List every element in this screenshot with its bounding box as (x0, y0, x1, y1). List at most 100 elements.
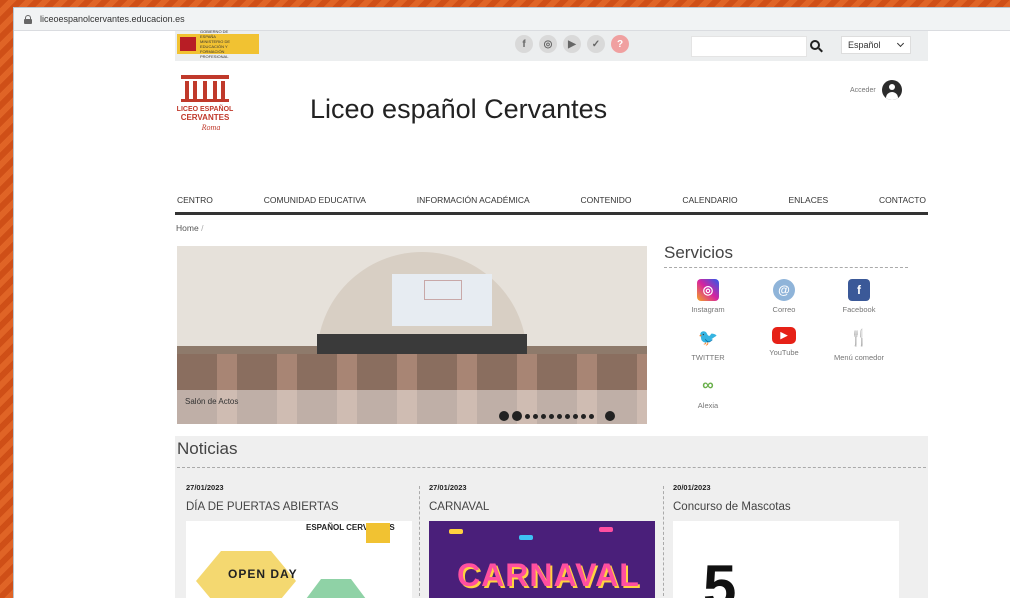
servicios-divider (664, 267, 908, 268)
url-text[interactable]: liceoespanolcervantes.educacion.es (40, 14, 185, 24)
nav-item-contacto[interactable]: CONTACTO (877, 195, 928, 212)
news-image-text: CARNAVAL (457, 557, 640, 593)
service-instagram[interactable]: ◎ Instagram (673, 279, 743, 314)
lock-icon (24, 15, 32, 24)
news-image[interactable]: 5 (673, 521, 899, 598)
address-bar[interactable]: liceoespanolcervantes.educacion.es (14, 8, 1010, 31)
pause-icon[interactable] (499, 411, 509, 421)
confetti-shape (519, 535, 533, 540)
twitter-icon: 🐦 (698, 330, 718, 347)
main-navigation: CENTRO COMUNIDAD EDUCATIVA INFORMACIÓN A… (175, 195, 928, 215)
news-date: 27/01/2023 (186, 483, 224, 492)
noticias-heading: Noticias (177, 439, 238, 458)
slide-dot[interactable] (589, 413, 594, 419)
school-logo[interactable]: LICEO ESPAÑOL CERVANTES Roma (175, 73, 235, 133)
nav-item-contenido[interactable]: CONTENIDO (579, 195, 634, 212)
confetti-shape (599, 527, 613, 532)
slide-dot[interactable] (541, 413, 546, 419)
web-page: GOBIERNO DE ESPAÑA MINISTERIO DE EDUCACI… (14, 29, 1010, 598)
service-twitter[interactable]: 🐦 TWITTER (673, 327, 743, 362)
nav-item-comunidad-educativa[interactable]: COMUNIDAD EDUCATIVA (262, 195, 368, 212)
breadcrumb: Home / (176, 223, 203, 233)
chevron-down-icon (896, 39, 905, 48)
news-card[interactable]: 27/01/2023 DÍA DE PUERTAS ABIERTAS ESPAÑ… (186, 483, 412, 598)
news-date: 27/01/2023 (429, 483, 467, 492)
slide-dot[interactable] (525, 413, 530, 419)
slider-controls (499, 411, 615, 421)
instagram-icon: ◎ (697, 279, 719, 301)
user-avatar-icon (881, 80, 902, 100)
screen-logo (424, 280, 462, 300)
service-label: Correo (772, 305, 796, 314)
service-label: Facebook (842, 305, 876, 314)
stage (317, 334, 527, 354)
image-slider[interactable]: Salón de Actos (177, 246, 647, 424)
service-label: TWITTER (691, 353, 725, 362)
government-logo-text: GOBIERNO DE ESPAÑA MINISTERIO DE EDUCACI… (200, 29, 231, 59)
youtube-icon: ▶ (772, 327, 796, 344)
svg-text:LICEO ESPAÑOL: LICEO ESPAÑOL (177, 104, 234, 113)
browser-window: liceoespanolcervantes.educacion.es GOBIE… (14, 8, 1010, 598)
slide-dot[interactable] (573, 413, 578, 419)
slide-dot[interactable] (557, 413, 562, 419)
help-icon[interactable]: ? (611, 35, 629, 53)
site-title: Liceo español Cervantes (310, 94, 608, 125)
news-image[interactable]: CARNAVAL (429, 521, 655, 598)
facebook-icon[interactable]: f (515, 35, 533, 53)
slide-caption: Salón de Actos (185, 397, 239, 406)
service-youtube[interactable]: ▶ YouTube (749, 327, 819, 357)
service-menu-comedor[interactable]: 🍴 Menú comedor (824, 327, 894, 362)
mail-icon: @ (773, 279, 795, 301)
service-label: Instagram (691, 305, 725, 314)
language-selected: Español (848, 40, 881, 50)
service-label: Alexia (697, 401, 719, 410)
alexia-icon: ∞ (702, 377, 714, 394)
slide-dot[interactable] (581, 413, 586, 419)
search-button[interactable] (807, 36, 823, 53)
language-select[interactable]: Español (841, 36, 911, 54)
news-card[interactable]: 27/01/2023 CARNAVAL CARNAVAL (429, 483, 655, 598)
news-title[interactable]: DÍA DE PUERTAS ABIERTAS (186, 501, 412, 513)
news-separator (663, 486, 665, 596)
cutlery-icon: 🍴 (849, 330, 869, 347)
breadcrumb-home[interactable]: Home (176, 223, 199, 233)
news-card[interactable]: 20/01/2023 Concurso de Mascotas 5 (673, 483, 899, 598)
slide-dot[interactable] (533, 413, 538, 419)
news-title[interactable]: CARNAVAL (429, 501, 655, 513)
servicios-heading: Servicios (664, 243, 733, 262)
slide-dot[interactable] (565, 413, 570, 419)
service-correo[interactable]: @ Correo (749, 279, 819, 314)
facebook-icon: f (848, 279, 870, 301)
nav-item-calendario[interactable]: CALENDARIO (680, 195, 739, 212)
social-icons: f ◎ ▶ ✓ ? (515, 35, 629, 53)
breadcrumb-separator: / (201, 223, 204, 233)
login-label: Acceder (850, 86, 876, 94)
svg-text:Roma: Roma (201, 123, 221, 132)
news-separator (419, 486, 421, 596)
hexagon-shape (306, 579, 366, 598)
slide-dot[interactable] (549, 413, 554, 419)
service-label: Menú comedor (833, 353, 885, 362)
nav-item-centro[interactable]: CENTRO (175, 195, 215, 212)
news-image-text: OPEN DAY (228, 567, 298, 581)
government-logo[interactable]: GOBIERNO DE ESPAÑA MINISTERIO DE EDUCACI… (177, 29, 259, 59)
instagram-icon[interactable]: ◎ (539, 35, 557, 53)
news-title[interactable]: Concurso de Mascotas (673, 501, 899, 513)
previous-icon[interactable] (512, 411, 522, 421)
coat-of-arms-icon (180, 37, 196, 51)
service-facebook[interactable]: f Facebook (824, 279, 894, 314)
service-alexia[interactable]: ∞ Alexia (673, 375, 743, 410)
next-icon[interactable] (605, 411, 615, 421)
projection-screen (392, 274, 492, 326)
nav-item-informacion-academica[interactable]: INFORMACIÓN ACADÉMICA (415, 195, 532, 212)
news-image[interactable]: ESPAÑOL CERVANTES OPEN DAY (186, 521, 412, 598)
search-icon (810, 39, 820, 50)
search-input[interactable] (691, 36, 807, 57)
service-label: YouTube (769, 348, 799, 357)
login-link[interactable]: Acceder (850, 80, 902, 100)
youtube-icon[interactable]: ▶ (563, 35, 581, 53)
nav-item-enlaces[interactable]: ENLACES (787, 195, 831, 212)
top-utility-bar: GOBIERNO DE ESPAÑA MINISTERIO DE EDUCACI… (175, 29, 928, 61)
twitter-icon[interactable]: ✓ (587, 35, 605, 53)
confetti-shape (449, 529, 463, 534)
